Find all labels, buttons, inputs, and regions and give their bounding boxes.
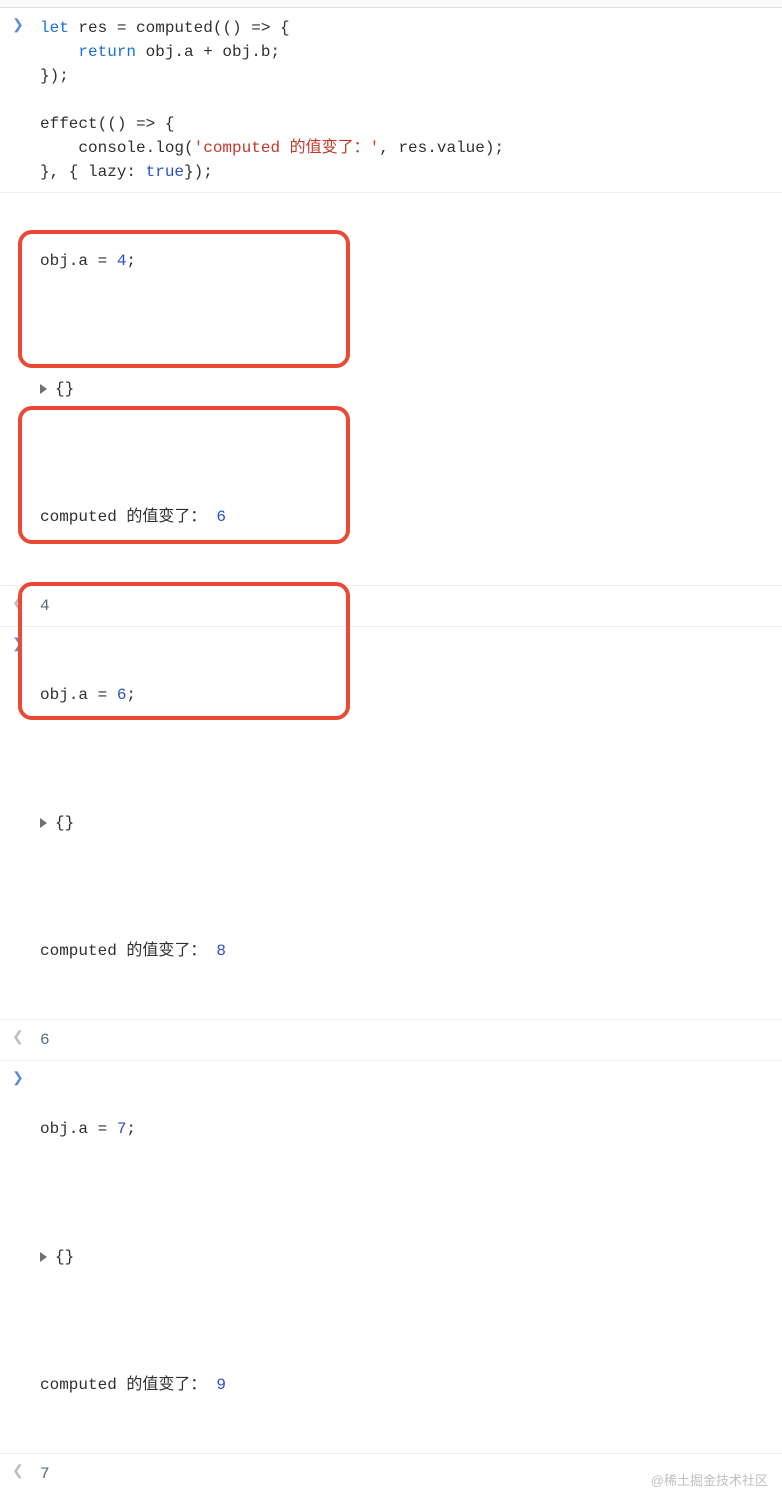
log-group: obj.a = 4; {} computed 的值变了：6: [30, 199, 782, 579]
input-prompt-icon: [6, 14, 30, 38]
console-input-row[interactable]: obj.a = 6; {} computed 的值变了：8: [0, 627, 782, 1020]
log-line: computed 的值变了：8: [40, 939, 776, 963]
keyword-let: let: [40, 19, 69, 37]
boolean-true: true: [146, 163, 184, 181]
expand-triangle-icon[interactable]: [40, 384, 47, 394]
code-block: let res = computed(() => { return obj.a …: [30, 14, 782, 186]
console-input-row[interactable]: let res = computed(() => { return obj.a …: [0, 8, 782, 193]
output-value: 4: [30, 592, 782, 620]
output-prompt-icon: [6, 1460, 30, 1484]
string-literal: 'computed 的值变了：': [194, 139, 380, 157]
expand-object-row[interactable]: {}: [40, 1245, 776, 1269]
expand-object-row[interactable]: {}: [40, 377, 776, 401]
output-prompt-icon: [6, 1026, 30, 1050]
console-output-row: 6: [0, 1020, 782, 1061]
log-group: obj.a = 6; {} computed 的值变了：8: [30, 633, 782, 1013]
input-prompt-icon: [6, 1067, 30, 1091]
output-value: 6: [30, 1026, 782, 1054]
log-line: computed 的值变了：9: [40, 1373, 776, 1397]
log-line: obj.a = 6;: [40, 683, 776, 707]
log-line: obj.a = 4;: [40, 249, 776, 273]
keyword-return: return: [78, 43, 136, 61]
console-panel: let res = computed(() => { return obj.a …: [0, 8, 782, 1488]
watermark: @稀土掘金技术社区: [651, 1470, 768, 1488]
log-group: obj.a = 7; {} computed 的值变了：9: [30, 1067, 782, 1447]
expand-triangle-icon[interactable]: [40, 1252, 47, 1262]
output-prompt-icon: [6, 592, 30, 616]
log-line: obj.a = 7;: [40, 1117, 776, 1141]
expand-triangle-icon[interactable]: [40, 818, 47, 828]
console-input-row[interactable]: obj.a = 7; {} computed 的值变了：9: [0, 1061, 782, 1454]
log-line: computed 的值变了：6: [40, 505, 776, 529]
console-log-row: obj.a = 4; {} computed 的值变了：6: [0, 193, 782, 586]
input-prompt-icon: [6, 633, 30, 657]
expand-object-row[interactable]: {}: [40, 811, 776, 835]
console-output-row: 4: [0, 586, 782, 627]
console-toolbar: [0, 0, 782, 8]
